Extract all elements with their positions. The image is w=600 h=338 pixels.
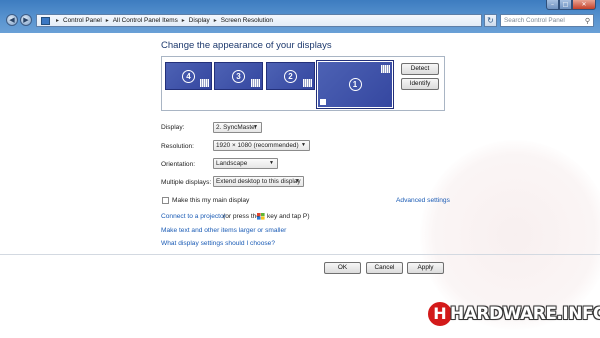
- close-icon: ✕: [581, 1, 587, 8]
- breadcrumb-separator: ▸: [213, 18, 217, 24]
- monitor-number: 4: [182, 69, 195, 83]
- monitor-4[interactable]: 4: [165, 62, 212, 90]
- text-size-link[interactable]: Make text and other items larger or smal…: [161, 227, 286, 234]
- orientation-label: Orientation:: [161, 161, 196, 168]
- resolution-label: Resolution:: [161, 143, 194, 150]
- breadcrumb-screen-resolution[interactable]: Screen Resolution: [221, 17, 273, 24]
- advanced-settings-link[interactable]: Advanced settings: [396, 197, 450, 204]
- maximize-button[interactable]: □: [559, 0, 572, 10]
- monitor-number: 1: [348, 78, 362, 91]
- close-button[interactable]: ✕: [572, 0, 596, 10]
- taskbar-icon: [200, 79, 209, 87]
- forward-arrow-icon: ▶: [23, 16, 29, 24]
- monitor-3[interactable]: 3: [214, 62, 263, 90]
- monitor-2[interactable]: 2: [266, 62, 315, 90]
- windows-logo-icon: [257, 213, 265, 220]
- detect-button[interactable]: Detect: [401, 63, 439, 75]
- ok-button[interactable]: OK: [324, 262, 361, 274]
- window-controls: – □ ✕: [546, 0, 596, 10]
- breadcrumb-all-items[interactable]: All Control Panel Items: [113, 17, 178, 24]
- cancel-button[interactable]: Cancel: [366, 262, 403, 274]
- start-corner-icon: [320, 99, 326, 105]
- maximize-icon: □: [562, 1, 569, 8]
- chevron-down-icon: ▼: [253, 124, 258, 130]
- breadcrumb-display[interactable]: Display: [189, 17, 210, 24]
- monitor-1[interactable]: 1: [316, 60, 394, 109]
- footer-divider: [0, 254, 600, 255]
- chevron-down-icon: ▼: [269, 160, 274, 166]
- multiple-displays-label: Multiple displays:: [161, 179, 212, 186]
- breadcrumb-separator: ▸: [56, 18, 60, 24]
- resolution-select[interactable]: 1920 × 1080 (recommended) ▼: [213, 140, 310, 151]
- breadcrumb-separator: ▸: [181, 18, 185, 24]
- refresh-icon: ↻: [487, 16, 494, 25]
- minimize-icon: –: [551, 1, 554, 8]
- control-panel-icon: [41, 16, 50, 25]
- projector-hint-start: (or press the: [223, 213, 261, 220]
- taskbar-icon: [381, 65, 390, 73]
- main-display-checkbox[interactable]: [162, 197, 169, 204]
- watermark-logo: H HARDWARE.INFO: [426, 300, 600, 328]
- display-select-value: 2. SyncMaster: [216, 124, 257, 131]
- orientation-select-value: Landscape: [216, 160, 248, 167]
- projector-hint-end: key and tap P): [267, 213, 310, 220]
- orientation-select[interactable]: Landscape ▼: [213, 158, 278, 169]
- taskbar-icon: [303, 79, 312, 87]
- search-icon: ⚲: [584, 17, 590, 25]
- identify-button[interactable]: Identify: [401, 78, 439, 90]
- monitor-number: 2: [284, 69, 297, 83]
- multiple-displays-select[interactable]: Extend desktop to this display ▼: [213, 176, 304, 187]
- back-arrow-icon: ◀: [9, 16, 15, 24]
- chevron-down-icon: ▼: [301, 142, 306, 148]
- resolution-select-value: 1920 × 1080 (recommended): [216, 142, 299, 149]
- back-button[interactable]: ◀: [6, 14, 18, 26]
- display-select[interactable]: 2. SyncMaster ▼: [213, 122, 262, 133]
- logo-text: HARDWARE.INFO: [450, 304, 600, 324]
- search-input[interactable]: Search Control Panel ⚲: [500, 14, 594, 27]
- forward-button[interactable]: ▶: [20, 14, 32, 26]
- chevron-down-icon: ▼: [295, 178, 300, 184]
- apply-button[interactable]: Apply: [407, 262, 444, 274]
- page-title: Change the appearance of your displays: [161, 40, 332, 51]
- minimize-button[interactable]: –: [546, 0, 559, 10]
- display-help-link[interactable]: What display settings should I choose?: [161, 240, 275, 247]
- refresh-button[interactable]: ↻: [484, 14, 497, 27]
- search-placeholder: Search Control Panel: [504, 17, 565, 24]
- breadcrumb-separator: ▸: [105, 18, 109, 24]
- address-bar[interactable]: ▸ Control Panel ▸ All Control Panel Item…: [36, 14, 482, 27]
- breadcrumb-control-panel[interactable]: Control Panel: [63, 17, 102, 24]
- display-label: Display:: [161, 124, 185, 131]
- connect-projector-link[interactable]: Connect to a projector: [161, 213, 226, 220]
- monitor-number: 3: [232, 69, 245, 83]
- taskbar-icon: [251, 79, 260, 87]
- multiple-displays-select-value: Extend desktop to this display: [216, 178, 301, 185]
- main-display-label: Make this my main display: [172, 197, 250, 204]
